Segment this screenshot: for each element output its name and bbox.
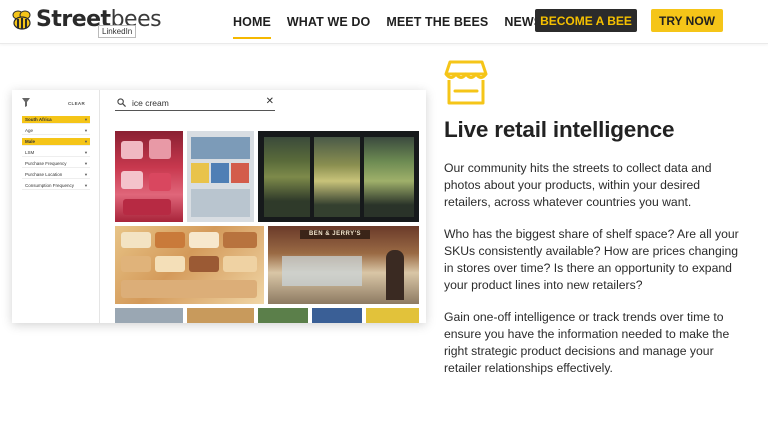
filter-consumption-frequency[interactable]: Consumption Frequency ▼ — [22, 182, 90, 190]
clear-filters-link[interactable]: CLEAR — [68, 101, 85, 106]
photo-freezer-doors[interactable] — [258, 131, 419, 222]
photo-grid-item[interactable] — [312, 308, 362, 323]
filter-gender[interactable]: Male ▼ — [22, 138, 90, 146]
linkedin-tooltip: LinkedIn — [98, 25, 137, 38]
search-value: ice cream — [132, 98, 169, 108]
storefront-sign: BEN & JERRY'S — [300, 230, 370, 239]
product-mockup: CLEAR South Africa ▼ Age ▼ Male ▼ LSM ▼ Purc… — [12, 90, 426, 323]
filter-label: Male — [25, 139, 36, 144]
filter-label: Consumption Frequency — [25, 183, 75, 188]
nav-what-we-do[interactable]: WHAT WE DO — [287, 14, 370, 30]
photo-grid-item[interactable] — [366, 308, 419, 323]
filter-purchase-location[interactable]: Purchase Location ▼ — [22, 171, 90, 179]
nav-home[interactable]: HOME — [233, 14, 271, 39]
bee-logo-icon — [12, 10, 31, 30]
search-input[interactable]: ice cream ✕ — [115, 96, 275, 111]
photo-freezer-aisle[interactable] — [187, 131, 254, 222]
photo-ice-cream-tubs[interactable] — [115, 131, 183, 222]
filter-age[interactable]: Age ▼ — [22, 127, 90, 135]
filter-label: Purchase Location — [25, 172, 63, 177]
chevron-down-icon: ▼ — [84, 183, 88, 188]
nav-meet-the-bees[interactable]: MEET THE BEES — [386, 14, 488, 30]
filter-purchase-frequency[interactable]: Purchase Frequency ▼ — [22, 160, 90, 168]
become-a-bee-button[interactable]: BECOME A BEE — [535, 9, 637, 32]
try-now-button[interactable]: TRY NOW — [651, 9, 723, 32]
main-nav: HOME WHAT WE DO MEET THE BEES NEWS — [233, 0, 558, 44]
paragraph-intro: Our community hits the streets to collec… — [444, 161, 712, 209]
chevron-down-icon: ▼ — [84, 150, 88, 155]
chevron-down-icon: ▼ — [84, 172, 88, 177]
photo-grid-item[interactable] — [258, 308, 308, 323]
close-icon[interactable]: ✕ — [266, 96, 274, 108]
filter-label: LSM — [25, 150, 35, 155]
chevron-down-icon: ▼ — [84, 161, 88, 166]
site-header: Streetbees LinkedIn HOME WHAT WE DO MEET… — [0, 0, 768, 44]
filter-country[interactable]: South Africa ▼ — [22, 116, 90, 124]
filter-lsm[interactable]: LSM ▼ — [22, 149, 90, 157]
photo-grid-item[interactable] — [187, 308, 254, 323]
chevron-down-icon: ▼ — [84, 128, 88, 133]
chevron-down-icon: ▼ — [84, 117, 88, 122]
filter-sidebar: CLEAR South Africa ▼ Age ▼ Male ▼ LSM ▼ Purc… — [12, 90, 100, 323]
storefront-icon — [444, 60, 488, 105]
logo[interactable]: Streetbees — [10, 8, 162, 32]
search-icon — [117, 98, 126, 107]
filter-icon[interactable] — [22, 98, 30, 107]
photo-grid-item[interactable] — [115, 308, 183, 323]
filter-label: Purchase Frequency — [25, 161, 67, 166]
paragraph-benefits: Gain one-off intelligence or track trend… — [444, 310, 730, 375]
filter-label: South Africa — [25, 117, 52, 122]
section-heading: Live retail intelligence — [444, 117, 675, 142]
photo-ice-cream-display[interactable] — [115, 226, 264, 304]
paragraph-questions: Who has the biggest share of shelf space… — [444, 227, 739, 292]
filter-label: Age — [25, 128, 34, 133]
photo-storefront[interactable]: BEN & JERRY'S — [268, 226, 419, 304]
chevron-down-icon: ▼ — [84, 139, 88, 144]
